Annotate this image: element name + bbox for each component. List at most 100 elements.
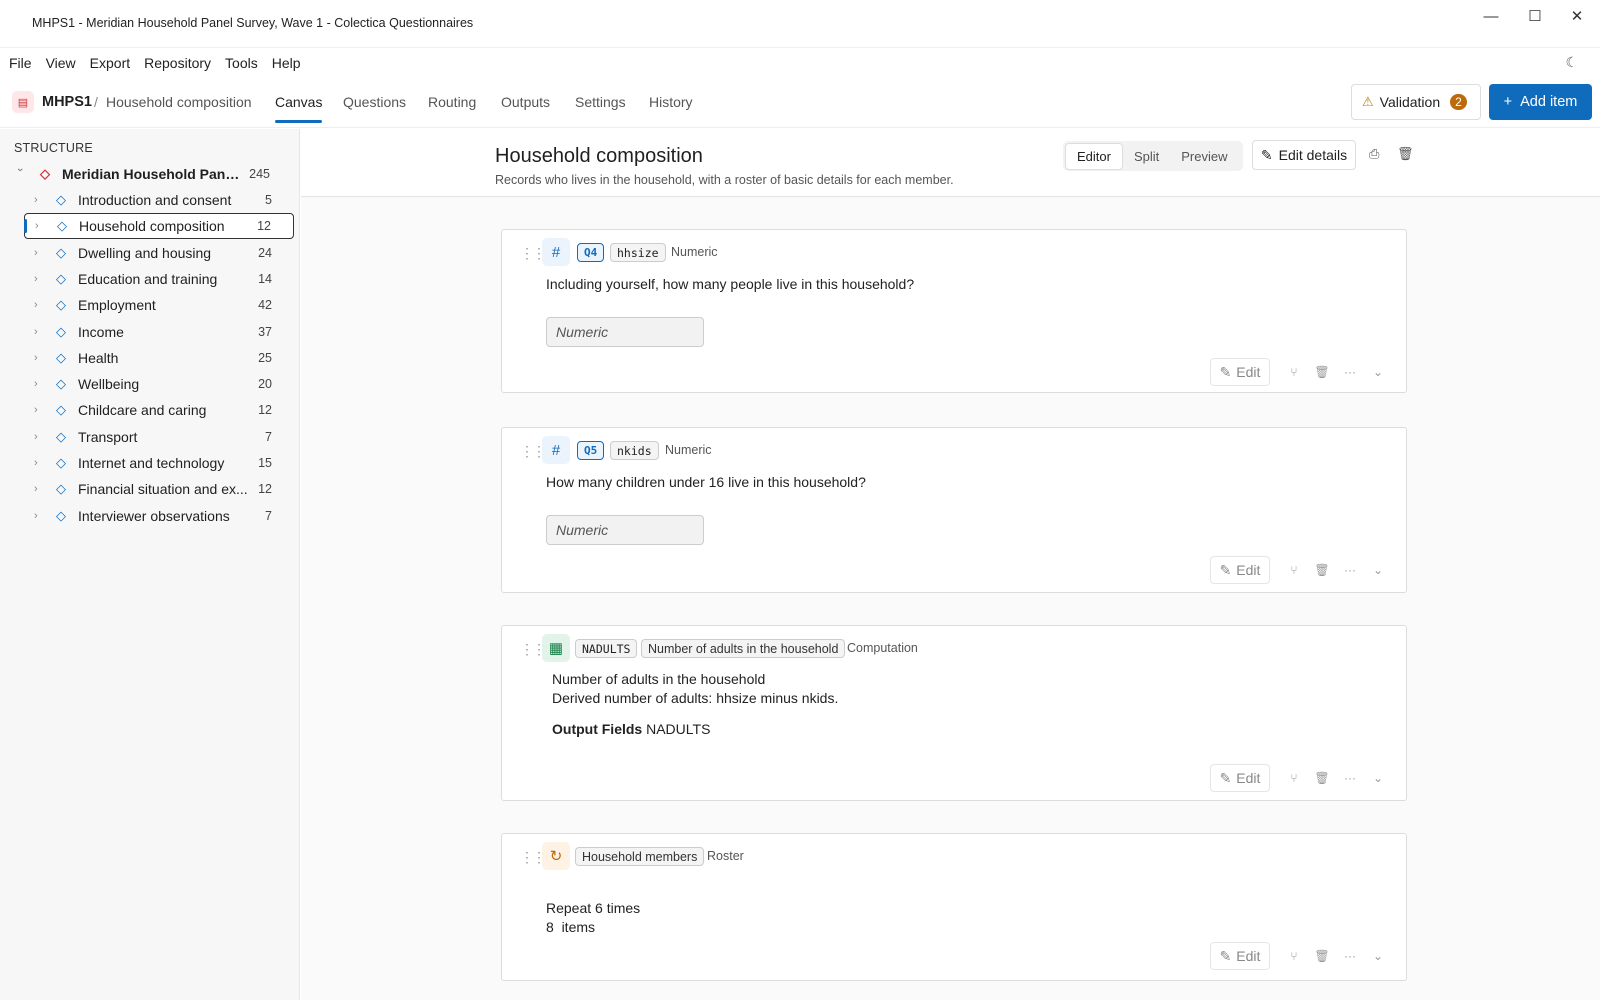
branch-icon[interactable]: ⑂ [1280, 563, 1308, 577]
sidebar-section-count: 5 [265, 193, 272, 207]
sidebar-section-item[interactable]: › ◇ Income 37 [24, 319, 294, 345]
chevron-down-icon[interactable]: ⌄ [1364, 771, 1392, 785]
sidebar-section-count: 7 [265, 508, 272, 523]
view-editor[interactable]: Editor [1065, 142, 1123, 170]
maximize-button[interactable]: ☐ [1512, 0, 1558, 32]
roster-label-chip: Household members [575, 847, 705, 866]
close-window-button[interactable]: ✕ [1554, 0, 1600, 32]
tab-settings[interactable]: Settings [575, 94, 626, 110]
chevron-right-icon[interactable]: › [34, 431, 50, 443]
add-item-button[interactable]: + Add item [1489, 84, 1592, 120]
menu-tools[interactable]: Tools [225, 55, 258, 71]
delete-icon[interactable]: 🗑 [1308, 771, 1336, 785]
branch-icon[interactable]: ⑂ [1280, 365, 1308, 379]
delete-icon[interactable]: 🗑 [1308, 949, 1336, 963]
delete-icon[interactable]: 🗑 [1308, 563, 1336, 577]
computation-card[interactable]: ⋮⋮ ▦ NADULTS Number of adults in the hou… [501, 625, 1407, 801]
sidebar-section-item[interactable]: › ◇ Wellbeing 20 [24, 371, 294, 397]
tab-canvas[interactable]: Canvas [275, 94, 323, 123]
numeric-response-field[interactable]: Numeric [546, 317, 704, 347]
drag-handle-icon[interactable]: ⋮⋮ [520, 641, 546, 658]
chevron-right-icon[interactable]: › [34, 510, 50, 522]
sidebar-section-item[interactable]: › ◇ Employment 42 [24, 292, 294, 318]
drag-handle-icon[interactable]: ⋮⋮ [520, 849, 546, 866]
sidebar-section-item[interactable]: › ◇ Household composition 12 [24, 213, 294, 240]
menu-bar: File View Export Repository Tools Help ☾ [0, 48, 1600, 78]
sidebar-section-item[interactable]: › ◇ Health 25 [24, 345, 294, 371]
more-icon[interactable]: ··· [1336, 563, 1364, 577]
sidebar-section-item[interactable]: › ◇ Transport 7 [24, 424, 294, 450]
sidebar-section-item[interactable]: › ◇ Internet and technology 15 [24, 450, 294, 476]
sidebar-section-item[interactable]: › ◇ Introduction and consent 5 [24, 187, 294, 213]
chevron-right-icon[interactable]: › [34, 194, 50, 206]
theme-toggle-moon-icon[interactable]: ☾ [1565, 54, 1578, 71]
branch-icon[interactable]: ⑂ [1280, 949, 1308, 963]
chevron-down-icon[interactable]: ⌄ [1364, 365, 1392, 379]
breadcrumb-project[interactable]: MHPS1 [42, 94, 92, 110]
edit-button[interactable]: ✎ Edit [1210, 764, 1270, 792]
more-icon[interactable]: ··· [1336, 771, 1364, 785]
edit-button[interactable]: ✎ Edit [1210, 556, 1270, 584]
sidebar-section-item[interactable]: › ◇ Dwelling and housing 24 [24, 240, 294, 266]
question-card[interactable]: ⋮⋮ # Q4 hhsize Numeric Including yoursel… [501, 229, 1407, 393]
branch-icon[interactable]: ⑂ [1280, 771, 1308, 785]
question-text: Including yourself, how many people live… [546, 276, 915, 292]
maximize-icon: ☐ [1528, 8, 1542, 25]
more-icon[interactable]: ··· [1336, 949, 1364, 963]
menu-help[interactable]: Help [272, 55, 301, 71]
sidebar-section-label: Education and training [78, 270, 218, 287]
edit-button[interactable]: ✎ Edit [1210, 358, 1270, 386]
sidebar-section-item[interactable]: › ◇ Education and training 14 [24, 266, 294, 292]
questionnaire-logo-icon: ▤ [12, 91, 34, 113]
edit-label: Edit [1236, 770, 1261, 786]
tab-outputs[interactable]: Outputs [501, 94, 550, 110]
sidebar-section-item[interactable]: › ◇ Financial situation and ex... 12 [24, 476, 294, 502]
tree-root-item[interactable]: › ◇ Meridian Household Pane... 245 [0, 161, 294, 187]
question-card[interactable]: ⋮⋮ # Q5 nkids Numeric How many children … [501, 427, 1407, 593]
menu-view[interactable]: View [46, 55, 76, 71]
chevron-right-icon[interactable]: › [34, 483, 50, 495]
edit-button[interactable]: ✎ Edit [1210, 942, 1270, 970]
menu-file[interactable]: File [9, 55, 32, 71]
chevron-down-icon[interactable]: ⌄ [1364, 949, 1392, 963]
menu-export[interactable]: Export [90, 55, 130, 71]
chevron-right-icon[interactable]: › [35, 220, 51, 232]
tab-history[interactable]: History [649, 94, 693, 110]
chevron-down-icon[interactable]: ⌄ [1364, 563, 1392, 577]
sidebar-section-item[interactable]: › ◇ Childcare and caring 12 [24, 397, 294, 423]
delete-icon[interactable]: 🗑 [1308, 365, 1336, 379]
edit-details-button[interactable]: ✎ Edit details [1252, 140, 1356, 170]
sidebar-section-item[interactable]: › ◇ Interviewer observations 7 [24, 503, 294, 529]
more-icon[interactable]: ··· [1336, 365, 1364, 379]
minimize-button[interactable]: — [1468, 0, 1514, 32]
tag-icon: ◇ [56, 349, 66, 365]
delete-section-icon[interactable]: 🗑 [1397, 146, 1414, 162]
numeric-response-field[interactable]: Numeric [546, 515, 704, 545]
export-document-icon[interactable]: ⎙ [1369, 146, 1379, 162]
chevron-right-icon[interactable]: › [34, 352, 50, 364]
drag-handle-icon[interactable]: ⋮⋮ [520, 443, 546, 460]
chevron-right-icon[interactable]: › [34, 299, 50, 311]
chevron-right-icon[interactable]: › [34, 273, 50, 285]
chevron-right-icon[interactable]: › [34, 404, 50, 416]
chevron-down-icon[interactable]: › [14, 168, 26, 180]
chevron-right-icon[interactable]: › [34, 457, 50, 469]
tab-routing[interactable]: Routing [428, 94, 476, 110]
sidebar-section-count: 37 [258, 324, 272, 339]
minimize-icon: — [1483, 7, 1499, 25]
canvas-area: Household composition Records who lives … [301, 129, 1600, 1000]
view-split[interactable]: Split [1123, 144, 1170, 169]
tag-icon: ◇ [56, 428, 66, 444]
drag-handle-icon[interactable]: ⋮⋮ [520, 245, 546, 262]
chevron-right-icon[interactable]: › [34, 326, 50, 338]
numeric-hash-icon: # [542, 436, 570, 464]
validation-button[interactable]: ⚠ Validation 2 [1351, 84, 1481, 120]
roster-card[interactable]: ⋮⋮ ↻ Household members Roster Repeat 6 t… [501, 833, 1407, 981]
menu-repository[interactable]: Repository [144, 55, 211, 71]
chevron-right-icon[interactable]: › [34, 378, 50, 390]
tab-questions[interactable]: Questions [343, 94, 406, 110]
tag-icon: ◇ [56, 455, 66, 470]
chevron-right-icon[interactable]: › [34, 247, 50, 259]
view-preview[interactable]: Preview [1170, 144, 1238, 169]
sidebar-section-label: Household composition [79, 218, 225, 235]
